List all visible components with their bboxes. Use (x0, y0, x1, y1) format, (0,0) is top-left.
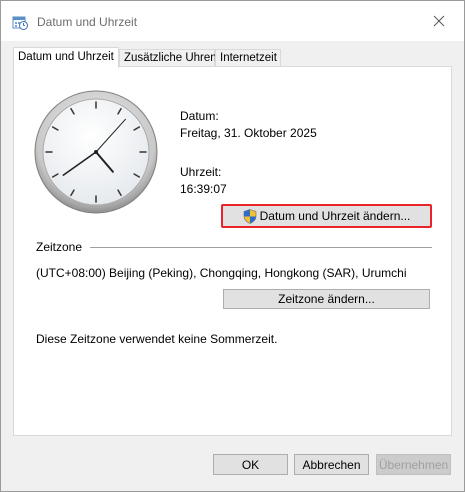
date-value: Freitag, 31. Oktober 2025 (180, 126, 317, 140)
time-value: 16:39:07 (180, 182, 227, 196)
tab-date-time[interactable]: Datum und Uhrzeit (13, 47, 119, 68)
timezone-value: (UTC+08:00) Beijing (Peking), Chongqing,… (36, 266, 407, 280)
cancel-button[interactable]: Abbrechen (294, 454, 369, 475)
change-date-time-button[interactable]: Datum und Uhrzeit ändern... (221, 204, 432, 228)
uac-shield-icon (243, 208, 256, 224)
date-label: Datum: (180, 109, 219, 123)
tab-panel: Datum: Freitag, 31. Oktober 2025 Uhrzeit… (13, 66, 452, 436)
change-date-time-label: Datum und Uhrzeit ändern... (259, 209, 411, 223)
window-title: Datum und Uhrzeit (37, 15, 138, 29)
title-bar: Datum und Uhrzeit (1, 1, 464, 41)
analog-clock (34, 90, 158, 214)
change-timezone-button[interactable]: Zeitzone ändern... (223, 289, 430, 309)
timezone-heading: Zeitzone (36, 240, 83, 254)
calendar-clock-icon (12, 16, 28, 30)
apply-button[interactable]: Übernehmen (376, 454, 451, 475)
close-icon (433, 15, 445, 27)
timezone-separator (90, 247, 432, 248)
ok-button[interactable]: OK (213, 454, 288, 475)
time-label: Uhrzeit: (180, 165, 222, 179)
close-button[interactable] (421, 6, 457, 36)
date-time-dialog: Datum und Uhrzeit Datum und Uhrzeit Zusä… (0, 0, 465, 492)
dst-note: Diese Zeitzone verwendet keine Sommerzei… (36, 332, 278, 346)
